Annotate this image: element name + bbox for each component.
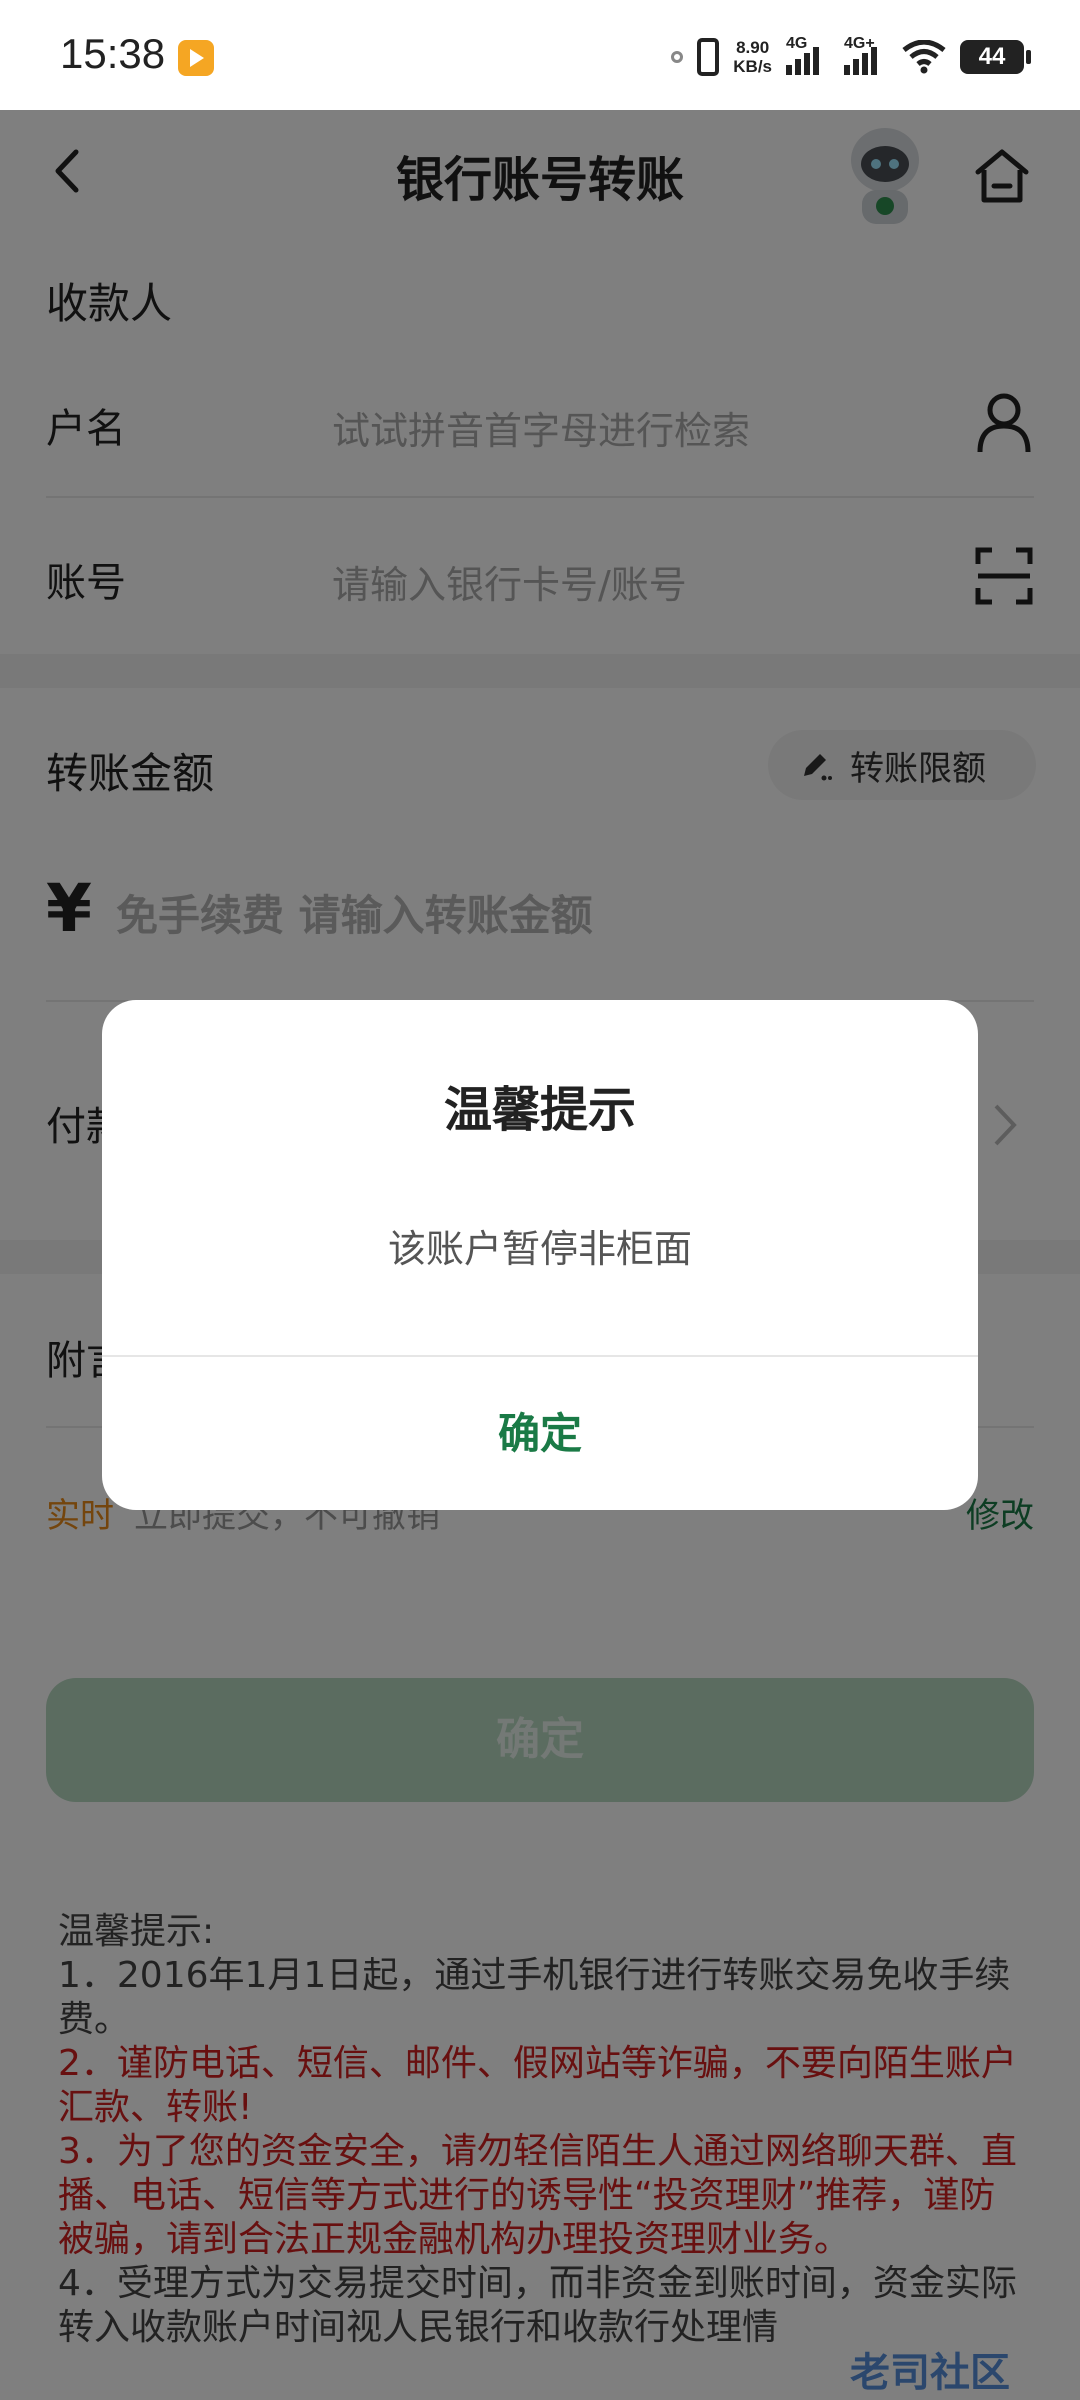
alert-dialog: 温馨提示 该账户暂停非柜面 确定 [102,1000,978,1510]
dialog-confirm-button[interactable]: 确定 [102,1357,978,1510]
status-time: 15:38 [60,30,166,77]
signal-sim1-icon: 4G [786,35,830,75]
signal-sim2-icon: 4G+ [844,35,888,75]
status-icons: 8.90 KB/s 4G 4G+ 44 [671,34,1031,80]
vibrate-icon [697,38,720,76]
dialog-title: 温馨提示 [443,1082,636,1138]
network-speed: 8.90 KB/s [733,38,772,76]
wifi-icon [902,40,946,74]
status-bar: 15:38 8.90 KB/s 4G 4G+ 44 [0,0,1080,110]
network-speed-value: 8.90 [736,38,770,57]
sim1-label: 4G [786,35,808,52]
dialog-message: 该账户暂停非柜面 [387,1227,692,1271]
video-app-notification-icon [178,40,214,76]
network-speed-unit: KB/s [733,57,772,76]
location-icon [671,51,684,63]
battery-icon: 44 [960,40,1031,74]
sim2-label: 4G+ [844,35,875,52]
